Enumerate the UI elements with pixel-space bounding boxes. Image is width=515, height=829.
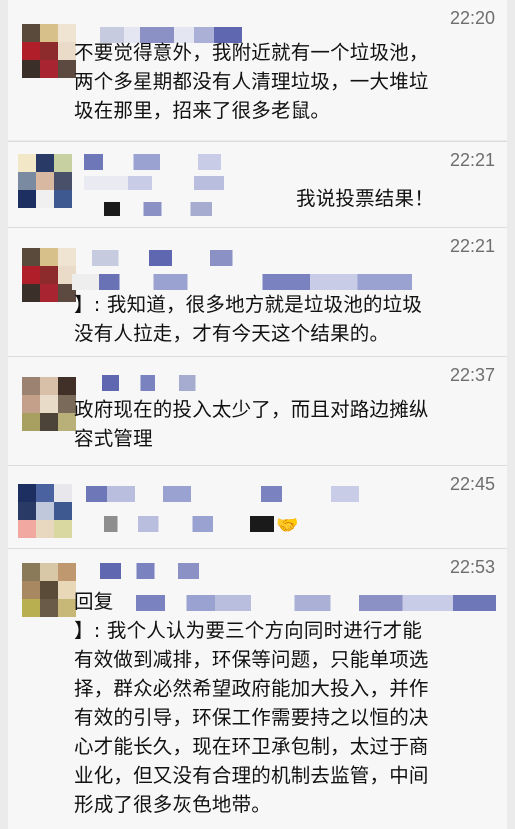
handshake-icon: 🤝	[276, 515, 299, 536]
comment-text: 🤝	[276, 510, 493, 540]
avatar[interactable]	[18, 154, 72, 208]
username-mosaic[interactable]	[92, 250, 282, 266]
comment-time: 22:37	[449, 365, 495, 385]
comment-time: 22:21	[449, 150, 495, 170]
comment-time: 22:21	[449, 236, 495, 256]
comment-card: 22:21 我说投票结果！	[8, 141, 507, 227]
comment-card: 22:53 回复 】: 我个人认为要三个方向同时进行才能 有效做到减排，环保等问…	[8, 548, 507, 829]
avatar[interactable]	[22, 563, 76, 617]
comment-time: 22:53	[449, 557, 495, 577]
reply-target-mosaic[interactable]	[104, 516, 274, 532]
comment-text: 回复 】: 我个人认为要三个方向同时进行才能 有效做到减排，环保等问题，只能单项…	[74, 587, 496, 819]
avatar[interactable]	[22, 24, 76, 78]
comment-text: 】: 我知道，很多地方就是垃圾池的垃圾 没有人拉走，才有今天这个结果的。	[74, 293, 423, 345]
reply-target-mosaic[interactable]	[72, 274, 412, 290]
comment-card: 22:21 】: 我知道，很多地方就是垃圾池的垃圾 没有人拉走，才有今天这个结果…	[8, 227, 507, 356]
reply-target-mosaic[interactable]	[104, 202, 284, 216]
comment-time: 22:20	[449, 8, 495, 28]
comment-text: 我说投票结果！	[296, 187, 434, 210]
comment-card: 22:37 政府现在的投入太少了，而且对路边摊纵 容式管理	[8, 356, 507, 465]
reply-header: 回复	[74, 587, 496, 616]
avatar[interactable]	[22, 377, 76, 431]
username-mosaic[interactable]	[102, 375, 222, 391]
comment-text: 不要觉得意外，我附近就有一个垃圾池， 两个多星期都没有人清理垃圾，一大堆垃 圾在…	[74, 41, 429, 122]
username-mosaic[interactable]	[100, 563, 230, 579]
username-mosaic[interactable]	[86, 486, 436, 502]
reply-target-mosaic[interactable]	[84, 176, 284, 190]
reply-target-mosaic[interactable]	[136, 595, 496, 611]
comment-time: 22:45	[449, 474, 495, 494]
comment-text: 政府现在的投入太少了，而且对路边摊纵 容式管理	[74, 398, 429, 450]
comment-card: 22:45 🤝	[8, 465, 507, 548]
comment-card: 22:20 不要觉得意外，我附近就有一个垃圾池， 两个多星期都没有人清理垃圾，一…	[8, 0, 507, 140]
avatar[interactable]	[22, 248, 76, 302]
username-mosaic[interactable]	[84, 154, 274, 170]
avatar[interactable]	[18, 484, 72, 538]
